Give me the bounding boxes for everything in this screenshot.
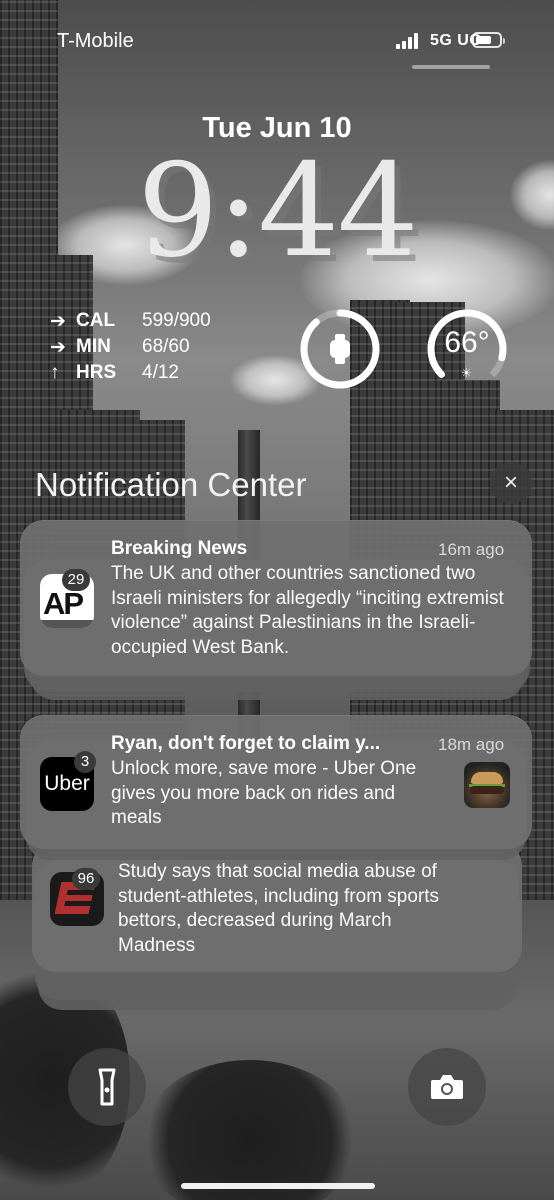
flashlight-icon [98, 1068, 116, 1106]
cellular-signal-icon [396, 33, 422, 49]
move-arrow-icon: ➔ [50, 311, 66, 332]
camera-icon [431, 1075, 463, 1099]
fitness-value: 68/60 [142, 336, 190, 357]
notification-body: Study says that social media abuse of st… [118, 860, 518, 958]
fitness-value: 599/900 [142, 310, 211, 331]
ap-logo-text: AP [43, 586, 84, 621]
sun-icon: ☀ [461, 366, 472, 380]
fitness-label: CAL [76, 310, 116, 331]
activity-ring-widget[interactable] [299, 308, 381, 390]
weather-widget[interactable]: 66° ☀ [426, 308, 508, 390]
control-center-grabber[interactable] [412, 65, 490, 69]
notification-body-line: student-athletes, including from sports [118, 885, 440, 907]
stand-arrow-icon: ↑ [50, 362, 60, 383]
uber-logo-text: Uber [44, 772, 90, 795]
carrier-label: T-Mobile [57, 30, 134, 52]
notification-title: Breaking News [111, 538, 248, 559]
watch-icon [330, 334, 350, 364]
notification-count-badge: 3 [74, 751, 96, 773]
notification-time: 16m ago [438, 540, 505, 559]
notification-time: 18m ago [438, 735, 505, 754]
temperature-label: 66° [444, 326, 490, 359]
status-bar: T-Mobile 5G UC [0, 30, 554, 56]
fitness-value: 4/12 [142, 362, 179, 383]
notification-card-uber[interactable]: Uber 3 Ryan, don't forget to claim y... … [20, 715, 532, 849]
notification-count-badge: 96 [72, 868, 100, 890]
battery-icon [472, 32, 505, 48]
fitness-label: HRS [76, 362, 117, 383]
fitness-label: MIN [76, 336, 111, 357]
home-indicator[interactable] [181, 1183, 375, 1189]
notification-count-badge: 29 [62, 569, 90, 591]
notification-body-line: Madness [118, 934, 196, 956]
flashlight-button[interactable] [68, 1048, 146, 1126]
lock-time: 9:44 [137, 137, 418, 286]
exercise-arrow-icon: ➔ [50, 337, 66, 358]
notification-card-ap[interactable]: AP 29 Breaking News 16m ago The UK and o… [20, 520, 532, 676]
close-icon[interactable]: × [490, 462, 532, 504]
notification-body-line: bettors, decreased during March [118, 910, 392, 931]
notification-card-espn[interactable]: 96 Study says that social media abuse of… [32, 842, 522, 972]
burger-thumbnail [464, 762, 510, 808]
notification-body: The UK and other countries sanctioned tw… [111, 563, 504, 658]
notification-center-title: Notification Center [35, 466, 307, 503]
notification-title: Ryan, don't forget to claim y... [111, 733, 381, 754]
notification-body: Unlock more, save more - Uber One gives … [111, 758, 417, 828]
camera-button[interactable] [408, 1048, 486, 1126]
notification-body-line: Study says that social media abuse of [118, 861, 437, 882]
